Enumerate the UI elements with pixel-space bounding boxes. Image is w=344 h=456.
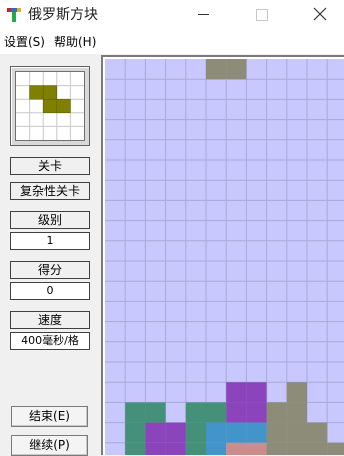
stacked-block [145, 422, 166, 443]
stacked-block [145, 402, 166, 423]
stacked-block [125, 442, 146, 455]
stacked-block [226, 402, 247, 423]
menu-bar: 设置(S) 帮助(H) [0, 30, 344, 54]
end-button[interactable]: 结束(E) [11, 406, 88, 427]
falling-piece-block [226, 59, 247, 80]
stacked-block [165, 422, 186, 443]
menu-settings[interactable]: 设置(S) [4, 34, 45, 50]
stacked-block [246, 442, 267, 455]
stacked-block [246, 422, 267, 443]
minimize-button[interactable] [182, 0, 228, 30]
stacked-block [165, 442, 186, 455]
game-board[interactable] [101, 55, 344, 455]
stacked-block [246, 382, 267, 403]
next-piece-preview [10, 66, 90, 146]
stacked-block [286, 442, 307, 455]
next-piece-block [42, 98, 58, 114]
level-button[interactable]: 关卡 [10, 157, 90, 175]
title-bar: 俄罗斯方块 [0, 0, 344, 30]
stacked-block [226, 382, 247, 403]
window-title: 俄罗斯方块 [28, 7, 98, 23]
stacked-block [185, 402, 206, 423]
speed-value: 400毫秒/格 [10, 332, 90, 350]
stacked-block [226, 442, 247, 455]
falling-piece-block [206, 59, 227, 80]
stacked-block [125, 402, 146, 423]
tetris-t-icon [7, 8, 21, 22]
stacked-block [125, 422, 146, 443]
maximize-icon [256, 9, 268, 21]
stacked-block [286, 382, 307, 403]
minimize-icon [198, 14, 209, 15]
close-icon [313, 7, 327, 21]
next-piece-grid [15, 71, 85, 141]
stacked-block [266, 442, 287, 455]
score-value: 0 [10, 282, 90, 300]
stacked-block [246, 402, 267, 423]
stacked-block [307, 442, 328, 455]
stacked-block [307, 422, 328, 443]
stacked-block [266, 422, 287, 443]
stacked-block [226, 422, 247, 443]
complex-level-button[interactable]: 复杂性关卡 [10, 182, 90, 200]
stacked-block [206, 442, 227, 455]
stacked-block [185, 422, 206, 443]
grade-label: 级别 [10, 211, 90, 229]
next-piece-block [42, 85, 58, 100]
board-canvas [105, 59, 344, 455]
next-piece-block [29, 85, 44, 100]
stacked-block [286, 402, 307, 423]
stacked-block [327, 442, 344, 455]
grade-value: 1 [10, 232, 90, 250]
stacked-block [145, 442, 166, 455]
board-background [105, 59, 344, 455]
stacked-block [286, 422, 307, 443]
score-label: 得分 [10, 261, 90, 279]
speed-label: 速度 [10, 311, 90, 329]
stacked-block [266, 402, 287, 423]
side-panel: 关卡 复杂性关卡 级别 1 得分 0 速度 400毫秒/格 结束(E) 继续(P… [0, 55, 100, 456]
stacked-block [185, 442, 206, 455]
next-piece-canvas [16, 72, 84, 140]
stacked-block [206, 402, 227, 423]
next-piece-block [56, 98, 71, 114]
stacked-block [206, 422, 227, 443]
menu-help[interactable]: 帮助(H) [54, 34, 96, 50]
